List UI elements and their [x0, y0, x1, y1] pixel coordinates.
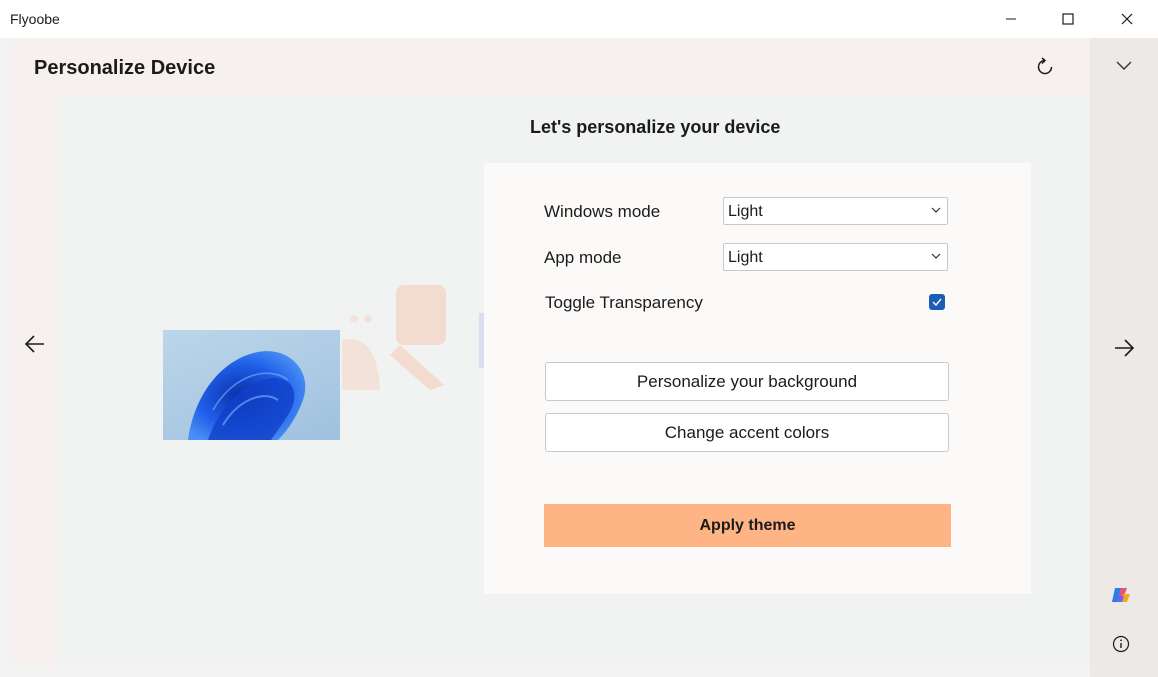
refresh-icon	[1037, 57, 1053, 75]
app-title: Flyoobe	[10, 11, 60, 27]
copilot-icon	[1112, 588, 1130, 602]
right-rail	[1090, 38, 1158, 677]
app-mode-value: Light	[728, 249, 763, 266]
expand-button[interactable]	[1112, 54, 1136, 78]
page-title: Personalize Device	[34, 57, 216, 79]
close-button[interactable]	[1099, 0, 1155, 38]
close-icon	[1121, 13, 1133, 25]
app-mode-label: App mode	[544, 248, 622, 267]
copilot-button[interactable]	[1109, 583, 1133, 607]
maximize-icon	[1062, 13, 1074, 25]
windows-mode-value: Light	[728, 203, 763, 220]
minimize-button[interactable]	[983, 0, 1039, 38]
chevron-down-icon	[931, 207, 941, 213]
windows-mode-select[interactable]: Light	[723, 197, 948, 225]
arrow-right-icon	[1115, 339, 1135, 357]
minimize-icon	[1006, 18, 1016, 20]
transparency-checkbox[interactable]	[929, 294, 945, 310]
windows-mode-label: Windows mode	[544, 202, 661, 221]
change-accent-colors-button[interactable]: Change accent colors	[545, 413, 949, 452]
checkmark-icon	[932, 298, 942, 306]
back-button[interactable]	[23, 332, 47, 356]
wallpaper-preview	[163, 330, 340, 440]
chevron-down-icon	[931, 253, 941, 259]
next-button[interactable]	[1112, 336, 1136, 360]
app-mode-select[interactable]: Light	[723, 243, 948, 271]
title-bar: Flyoobe	[0, 0, 1158, 38]
page-header: Personalize Device	[10, 38, 1090, 96]
apply-theme-button[interactable]: Apply theme	[544, 504, 951, 547]
refresh-button[interactable]	[1032, 54, 1058, 80]
arrow-left-icon	[24, 335, 44, 353]
transparency-label: Toggle Transparency	[545, 293, 703, 312]
info-icon	[1112, 635, 1130, 653]
info-button[interactable]	[1109, 632, 1133, 656]
personalize-background-button[interactable]: Personalize your background	[545, 362, 949, 401]
section-heading: Let's personalize your device	[530, 117, 781, 137]
bloom-image	[188, 351, 306, 440]
chevron-down-icon	[1116, 61, 1132, 70]
maximize-button[interactable]	[1040, 0, 1096, 38]
left-rail	[0, 38, 10, 677]
